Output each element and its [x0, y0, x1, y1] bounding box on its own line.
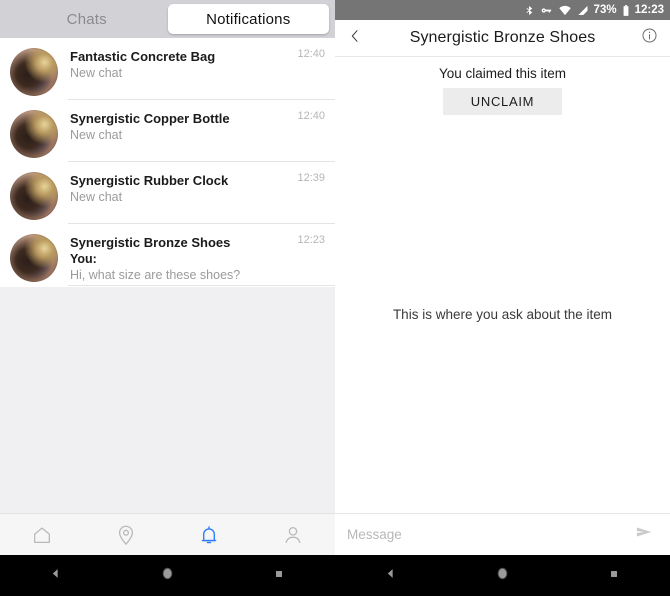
vpn-key-icon [540, 4, 553, 17]
list-item[interactable]: Synergistic Rubber Clock New chat 12:39 [0, 162, 335, 224]
message-composer [335, 513, 670, 555]
list-item-preview: New chat [70, 190, 123, 204]
list-item-sender: You: [70, 252, 97, 266]
list-item-timestamp: 12:40 [297, 48, 325, 60]
send-button[interactable] [630, 523, 658, 546]
list-item-text: Fantastic Concrete Bag New chat [58, 46, 325, 82]
list-item[interactable]: Synergistic Copper Bottle New chat 12:40 [0, 100, 335, 162]
status-bar-clock: 12:23 [634, 4, 664, 16]
tab-chats[interactable]: Chats [6, 4, 168, 34]
send-icon [632, 523, 656, 546]
nav-item-home[interactable] [0, 514, 84, 555]
home-icon [31, 524, 53, 546]
tab-notifications[interactable]: Notifications [167, 4, 329, 34]
chevron-left-icon [347, 27, 363, 50]
recents-square-icon [608, 567, 620, 585]
system-home-button[interactable] [137, 555, 197, 596]
tab-notifications-label: Notifications [206, 10, 291, 28]
list-item[interactable]: Synergistic Bronze Shoes You: Hi, what s… [0, 224, 335, 286]
avatar [10, 110, 58, 158]
chat-detail-header: Synergistic Bronze Shoes [335, 20, 670, 57]
android-system-navigation [0, 555, 670, 596]
message-thread-area: This is where you ask about the item [335, 116, 670, 513]
nav-item-profile[interactable] [251, 514, 335, 555]
right-panel-chat-detail: 73% 12:23 Synergistic Bronze Shoes You c… [335, 0, 670, 555]
divider [68, 285, 335, 286]
avatar [10, 172, 58, 220]
back-button[interactable] [347, 27, 369, 50]
recents-square-icon [273, 567, 285, 585]
segmented-tab-bar: Chats Notifications [0, 0, 335, 38]
empty-list-area [0, 287, 335, 513]
nav-item-notifications[interactable] [168, 514, 252, 555]
back-triangle-icon [384, 567, 397, 585]
list-item[interactable]: Fantastic Concrete Bag New chat 12:40 [0, 38, 335, 100]
system-recents-button[interactable] [249, 555, 309, 596]
battery-icon [622, 4, 630, 17]
list-item-text: Synergistic Copper Bottle New chat [58, 108, 325, 144]
info-circle-icon [641, 27, 658, 49]
claim-status-text: You claimed this item [438, 66, 567, 81]
list-item-text: Synergistic Bronze Shoes You: Hi, what s… [58, 232, 325, 284]
left-panel-notifications: Chats Notifications Fantastic Concrete B… [0, 0, 335, 555]
person-icon [282, 524, 304, 546]
tab-chats-label: Chats [66, 10, 107, 28]
battery-percent-label: 73% [593, 4, 617, 16]
page-title: Synergistic Bronze Shoes [409, 29, 596, 46]
avatar [10, 48, 58, 96]
list-item-timestamp: 12:23 [297, 234, 325, 246]
list-item-preview: Hi, what size are these shoes? [70, 268, 241, 282]
system-nav-left [0, 555, 335, 596]
system-back-button[interactable] [361, 555, 421, 596]
chat-list[interactable]: Fantastic Concrete Bag New chat 12:40 Sy… [0, 38, 335, 287]
cell-signal-icon [577, 4, 589, 17]
list-item-title: Synergistic Bronze Shoes [70, 235, 231, 250]
home-circle-icon [160, 566, 175, 586]
list-item-title: Fantastic Concrete Bag [70, 49, 216, 64]
list-item-timestamp: 12:39 [297, 172, 325, 184]
list-item-title: Synergistic Copper Bottle [70, 111, 230, 126]
unclaim-button[interactable]: UNCLAIM [442, 88, 563, 115]
list-item-preview: New chat [70, 128, 123, 142]
avatar [10, 234, 58, 282]
message-input[interactable] [347, 527, 630, 542]
list-item-text: Synergistic Rubber Clock New chat [58, 170, 325, 206]
list-item-title: Synergistic Rubber Clock [70, 173, 229, 188]
device-screenshot: Chats Notifications Fantastic Concrete B… [0, 0, 670, 596]
location-pin-icon [115, 524, 137, 546]
list-item-timestamp: 12:40 [297, 110, 325, 122]
nav-item-location[interactable] [84, 514, 168, 555]
bluetooth-icon [524, 4, 535, 17]
system-home-button[interactable] [472, 555, 532, 596]
bell-icon [198, 524, 220, 546]
system-recents-button[interactable] [584, 555, 644, 596]
claim-status-block: You claimed this item UNCLAIM [335, 57, 670, 125]
home-circle-icon [495, 566, 510, 586]
wifi-icon [558, 4, 572, 17]
list-item-preview: New chat [70, 66, 123, 80]
system-nav-right [335, 555, 670, 596]
empty-thread-text: This is where you ask about the item [392, 307, 613, 322]
info-button[interactable] [636, 27, 658, 49]
system-back-button[interactable] [26, 555, 86, 596]
back-triangle-icon [49, 567, 62, 585]
android-status-bar: 73% 12:23 [335, 0, 670, 20]
bottom-navigation-bar [0, 513, 335, 555]
